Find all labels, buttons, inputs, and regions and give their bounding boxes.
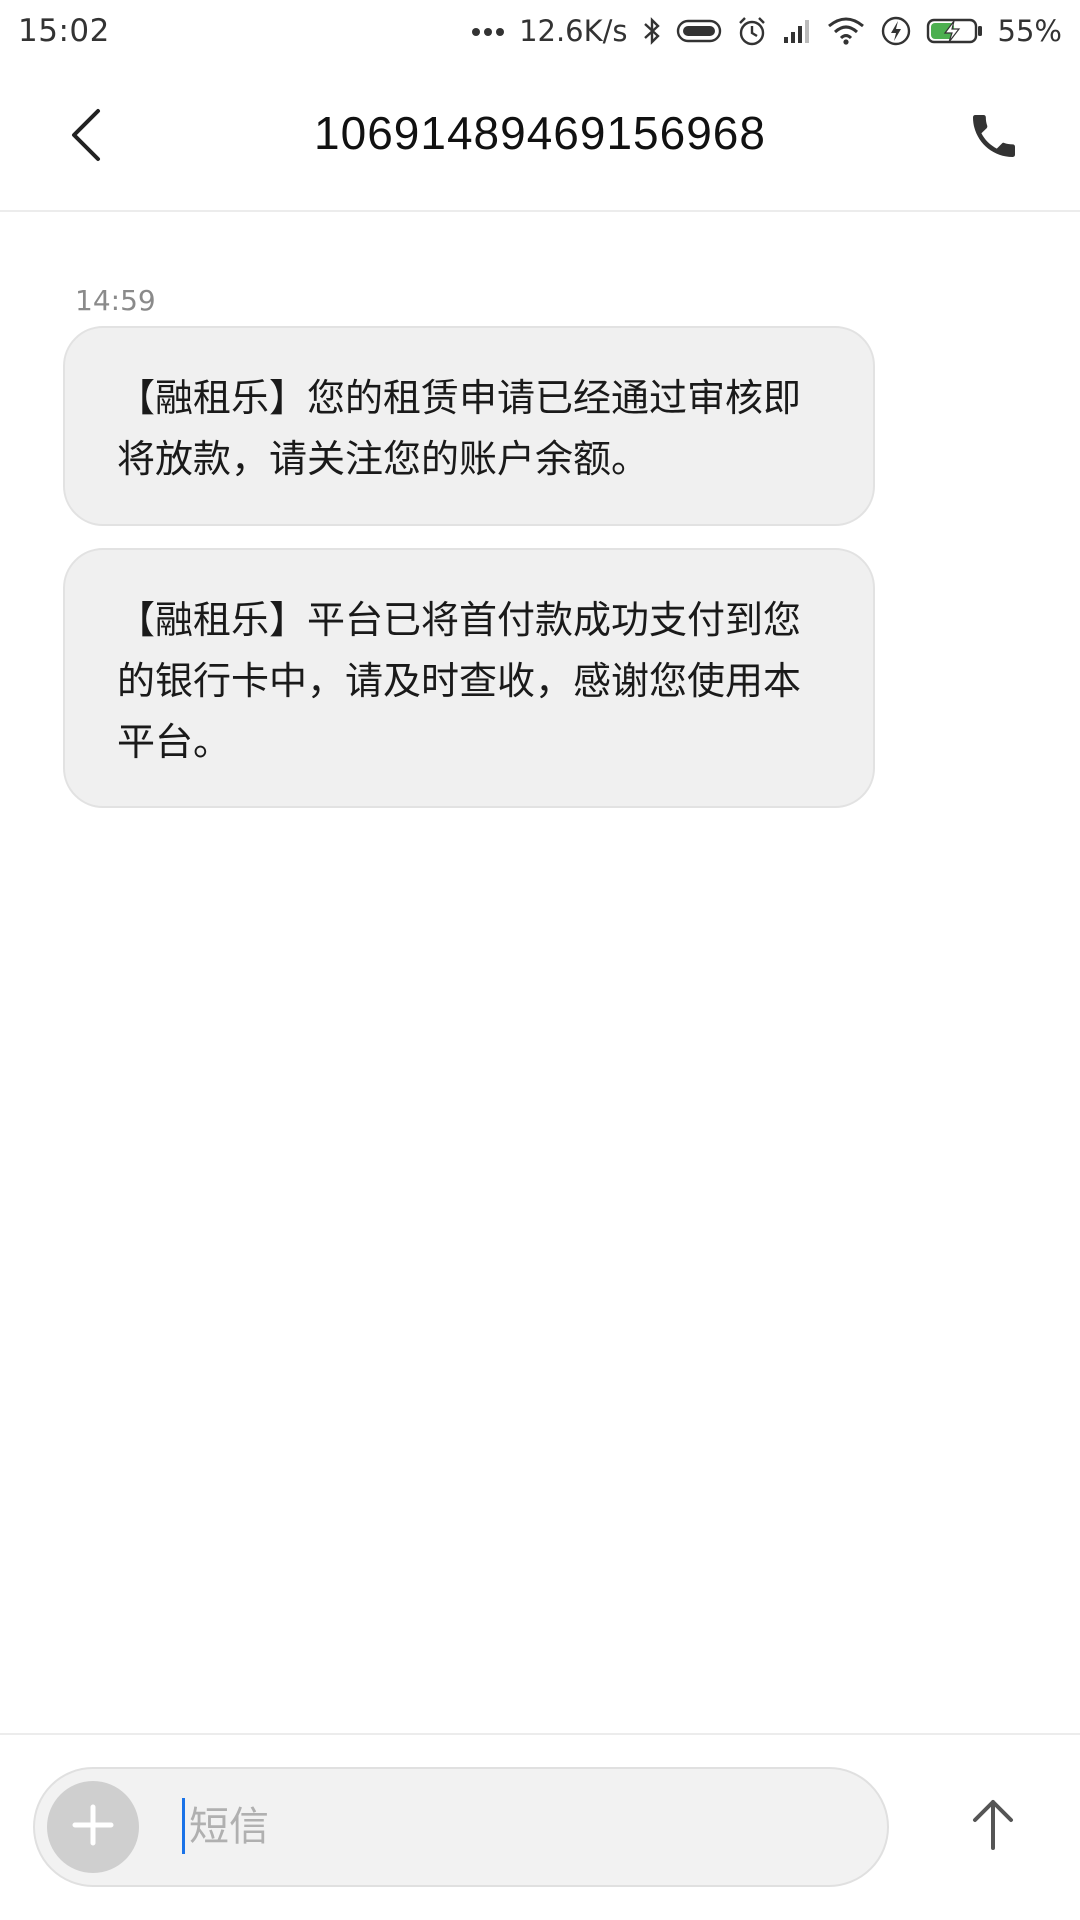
battery-percent: 55% <box>997 14 1062 48</box>
status-time: 15:02 <box>18 13 110 49</box>
conversation-header: 10691489469156968 <box>0 62 1080 212</box>
status-icons: 12.6K/s 55% <box>471 14 1062 48</box>
wifi-icon <box>826 16 866 46</box>
network-speed: 12.6K/s <box>519 14 628 48</box>
messaging-screen: 15:02 12.6K/s 55% 10691489469156968 14:5… <box>0 0 1080 1920</box>
signal-icon <box>782 17 812 45</box>
more-dots-icon <box>471 25 505 37</box>
message-bubble[interactable]: 【融租乐】平台已将首付款成功支付到您的银行卡中，请及时查收，感谢您使用本平台。 <box>63 548 875 808</box>
toggle-icon <box>676 18 722 44</box>
status-bar: 15:02 12.6K/s 55% <box>0 0 1080 62</box>
data-saver-icon <box>880 15 912 47</box>
call-button[interactable] <box>962 106 1026 170</box>
message-timestamp: 14:59 <box>75 284 156 317</box>
composer-input-container[interactable] <box>33 1767 889 1887</box>
send-button[interactable] <box>958 1771 1028 1881</box>
send-arrow-icon <box>969 1796 1017 1856</box>
plus-icon <box>71 1803 115 1851</box>
add-attachment-button[interactable] <box>47 1781 139 1873</box>
message-bubble[interactable]: 【融租乐】您的租赁申请已经通过审核即将放款，请关注您的账户余额。 <box>63 326 875 526</box>
contact-number-title: 10691489469156968 <box>314 107 766 159</box>
message-composer <box>0 1733 1080 1920</box>
bluetooth-icon <box>642 16 662 46</box>
battery-charging-icon <box>926 16 984 46</box>
phone-icon <box>966 108 1022 168</box>
alarm-icon <box>736 15 768 47</box>
message-input[interactable] <box>181 1789 829 1865</box>
message-list[interactable]: 14:59 【融租乐】您的租赁申请已经通过审核即将放款，请关注您的账户余额。 【… <box>0 212 1080 1732</box>
text-cursor <box>182 1798 185 1854</box>
